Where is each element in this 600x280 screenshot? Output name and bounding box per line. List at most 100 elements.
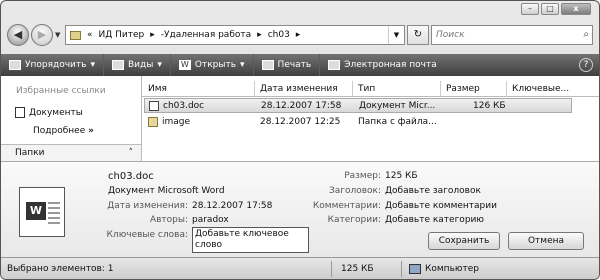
- details-filename: ch03.doc: [108, 171, 154, 182]
- views-icon: [111, 60, 124, 70]
- file-name: ch03.doc: [163, 101, 205, 111]
- status-location: Компьютер: [425, 264, 479, 274]
- forward-button[interactable]: ▶: [31, 24, 53, 46]
- save-button[interactable]: Сохранить: [428, 232, 500, 250]
- folders-header[interactable]: Папки ˄: [1, 144, 141, 161]
- print-label: Печать: [277, 60, 312, 70]
- categories-field[interactable]: Добавьте категорию: [385, 215, 484, 225]
- favorite-link-documents[interactable]: Документы: [15, 107, 83, 118]
- printer-icon: [261, 60, 274, 70]
- status-divider: [401, 261, 402, 277]
- column-headers: Имя Дата изменения Тип Размер Ключевые..…: [142, 81, 599, 97]
- word-document-icon: [149, 101, 159, 111]
- file-date: 28.12.2007 17:58: [261, 101, 342, 111]
- help-button[interactable]: ?: [579, 58, 593, 72]
- breadcrumb-separator[interactable]: ▸: [296, 30, 301, 40]
- authors-label: Авторы:: [149, 215, 188, 225]
- refresh-icon: ↻: [413, 29, 423, 40]
- refresh-button[interactable]: ↻: [407, 25, 429, 45]
- favorites-more-link[interactable]: Подробнее »: [33, 126, 94, 136]
- file-date: 28.12.2007 12:25: [260, 117, 341, 127]
- folder-icon: [148, 117, 158, 127]
- search-icon[interactable]: ⌕: [583, 26, 589, 44]
- breadcrumb-separator[interactable]: ▸: [257, 30, 262, 40]
- file-row[interactable]: image 28.12.2007 12:25 Папка с файла...: [144, 115, 572, 130]
- column-header-keywords[interactable]: Ключевые...: [512, 84, 569, 94]
- column-header-name[interactable]: Имя: [148, 84, 167, 94]
- file-type: Документ Micr...: [359, 101, 436, 111]
- word-document-icon: W: [19, 187, 65, 237]
- column-divider[interactable]: [352, 81, 353, 97]
- breadcrumb-item[interactable]: ch03: [268, 30, 290, 40]
- column-header-size[interactable]: Размер: [446, 84, 480, 94]
- folder-icon: [70, 30, 81, 40]
- search-placeholder: Поиск: [436, 30, 465, 40]
- column-header-type[interactable]: Тип: [358, 84, 375, 94]
- breadcrumb-overflow[interactable]: «: [87, 30, 93, 40]
- envelope-icon: [328, 60, 341, 70]
- details-pane: W ch03.doc Документ Microsoft Word Дата …: [1, 161, 599, 257]
- more-label: Подробнее: [33, 126, 86, 136]
- organize-button[interactable]: Упорядочить ▾: [1, 54, 104, 76]
- title-field[interactable]: Добавьте заголовок: [385, 186, 481, 196]
- word-icon: W: [178, 60, 191, 70]
- favorites-title: Избранные ссылки: [16, 86, 106, 96]
- search-input[interactable]: Поиск ⌕: [431, 25, 593, 45]
- folders-label: Папки: [15, 148, 45, 158]
- date-value: 28.12.2007 17:58: [192, 201, 273, 211]
- open-label: Открыть: [194, 60, 237, 70]
- column-divider[interactable]: [506, 81, 507, 97]
- command-bar: Упорядочить ▾ Виды ▾ W Открыть ▾ Печать …: [1, 54, 599, 76]
- chevron-down-icon: ▾: [240, 60, 245, 70]
- file-size: 126 КБ: [473, 101, 506, 111]
- file-list: Имя Дата изменения Тип Размер Ключевые..…: [142, 76, 599, 161]
- chevron-down-icon: ▾: [157, 60, 162, 70]
- breadcrumb-item[interactable]: -Удаленная работа: [161, 30, 251, 40]
- explorer-window: – □ x ◀ ▶ ▼ « ИД Питер ▸ -Удаленная рабо…: [0, 0, 600, 280]
- address-bar[interactable]: « ИД Питер ▸ -Удаленная работа ▸ ch03 ▸ …: [65, 25, 405, 45]
- forward-arrow-icon: ▶: [37, 28, 47, 41]
- caption-buttons: – □ x: [521, 3, 591, 15]
- organize-icon: [9, 60, 21, 70]
- cancel-button[interactable]: Отмена: [508, 232, 584, 250]
- details-filetype: Документ Microsoft Word: [108, 186, 225, 196]
- breadcrumb-separator[interactable]: ▸: [150, 30, 155, 40]
- keywords-input[interactable]: Добавьте ключевое слово: [192, 227, 309, 253]
- date-label: Дата изменения:: [107, 201, 188, 211]
- file-type: Папка с файла...: [358, 117, 437, 127]
- address-dropdown-icon[interactable]: ▼: [388, 26, 404, 44]
- history-dropdown-icon[interactable]: ▼: [55, 31, 60, 39]
- file-row[interactable]: ch03.doc 28.12.2007 17:58 Документ Micr.…: [144, 98, 572, 113]
- email-label: Электронная почта: [344, 60, 437, 70]
- comments-field[interactable]: Добавьте комментарии: [385, 201, 497, 211]
- status-bar: Выбрано элементов: 1 125 КБ Компьютер: [1, 257, 599, 279]
- status-divider: [331, 261, 332, 277]
- documents-icon: [15, 107, 25, 118]
- navigation-pane: Избранные ссылки Документы Подробнее » П…: [1, 76, 142, 161]
- views-button[interactable]: Виды ▾: [104, 54, 171, 76]
- email-button[interactable]: Электронная почта: [320, 54, 445, 76]
- column-header-date[interactable]: Дата изменения: [260, 84, 338, 94]
- back-button[interactable]: ◀: [7, 24, 29, 46]
- size-label: Размер:: [344, 171, 381, 181]
- selection-count: Выбрано элементов: 1: [7, 264, 114, 274]
- minimize-button[interactable]: –: [521, 3, 539, 15]
- double-chevron-icon: »: [88, 126, 94, 136]
- computer-icon: [409, 264, 421, 274]
- open-button[interactable]: W Открыть ▾: [171, 54, 254, 76]
- organize-label: Упорядочить: [25, 60, 87, 70]
- breadcrumb-item[interactable]: ИД Питер: [99, 30, 145, 40]
- print-button[interactable]: Печать: [254, 54, 321, 76]
- status-size: 125 КБ: [341, 264, 374, 274]
- address-row: ◀ ▶ ▼ « ИД Питер ▸ -Удаленная работа ▸ c…: [7, 23, 595, 47]
- column-divider[interactable]: [254, 81, 255, 97]
- views-label: Виды: [127, 60, 154, 70]
- title-label: Заголовок:: [328, 186, 381, 196]
- column-divider[interactable]: [440, 81, 441, 97]
- size-value: 125 КБ: [385, 171, 418, 181]
- close-button[interactable]: x: [561, 3, 591, 15]
- authors-field[interactable]: paradox: [192, 215, 229, 225]
- categories-label: Категории:: [327, 215, 381, 225]
- maximize-button[interactable]: □: [541, 3, 559, 15]
- chevron-up-icon: ˄: [128, 148, 134, 158]
